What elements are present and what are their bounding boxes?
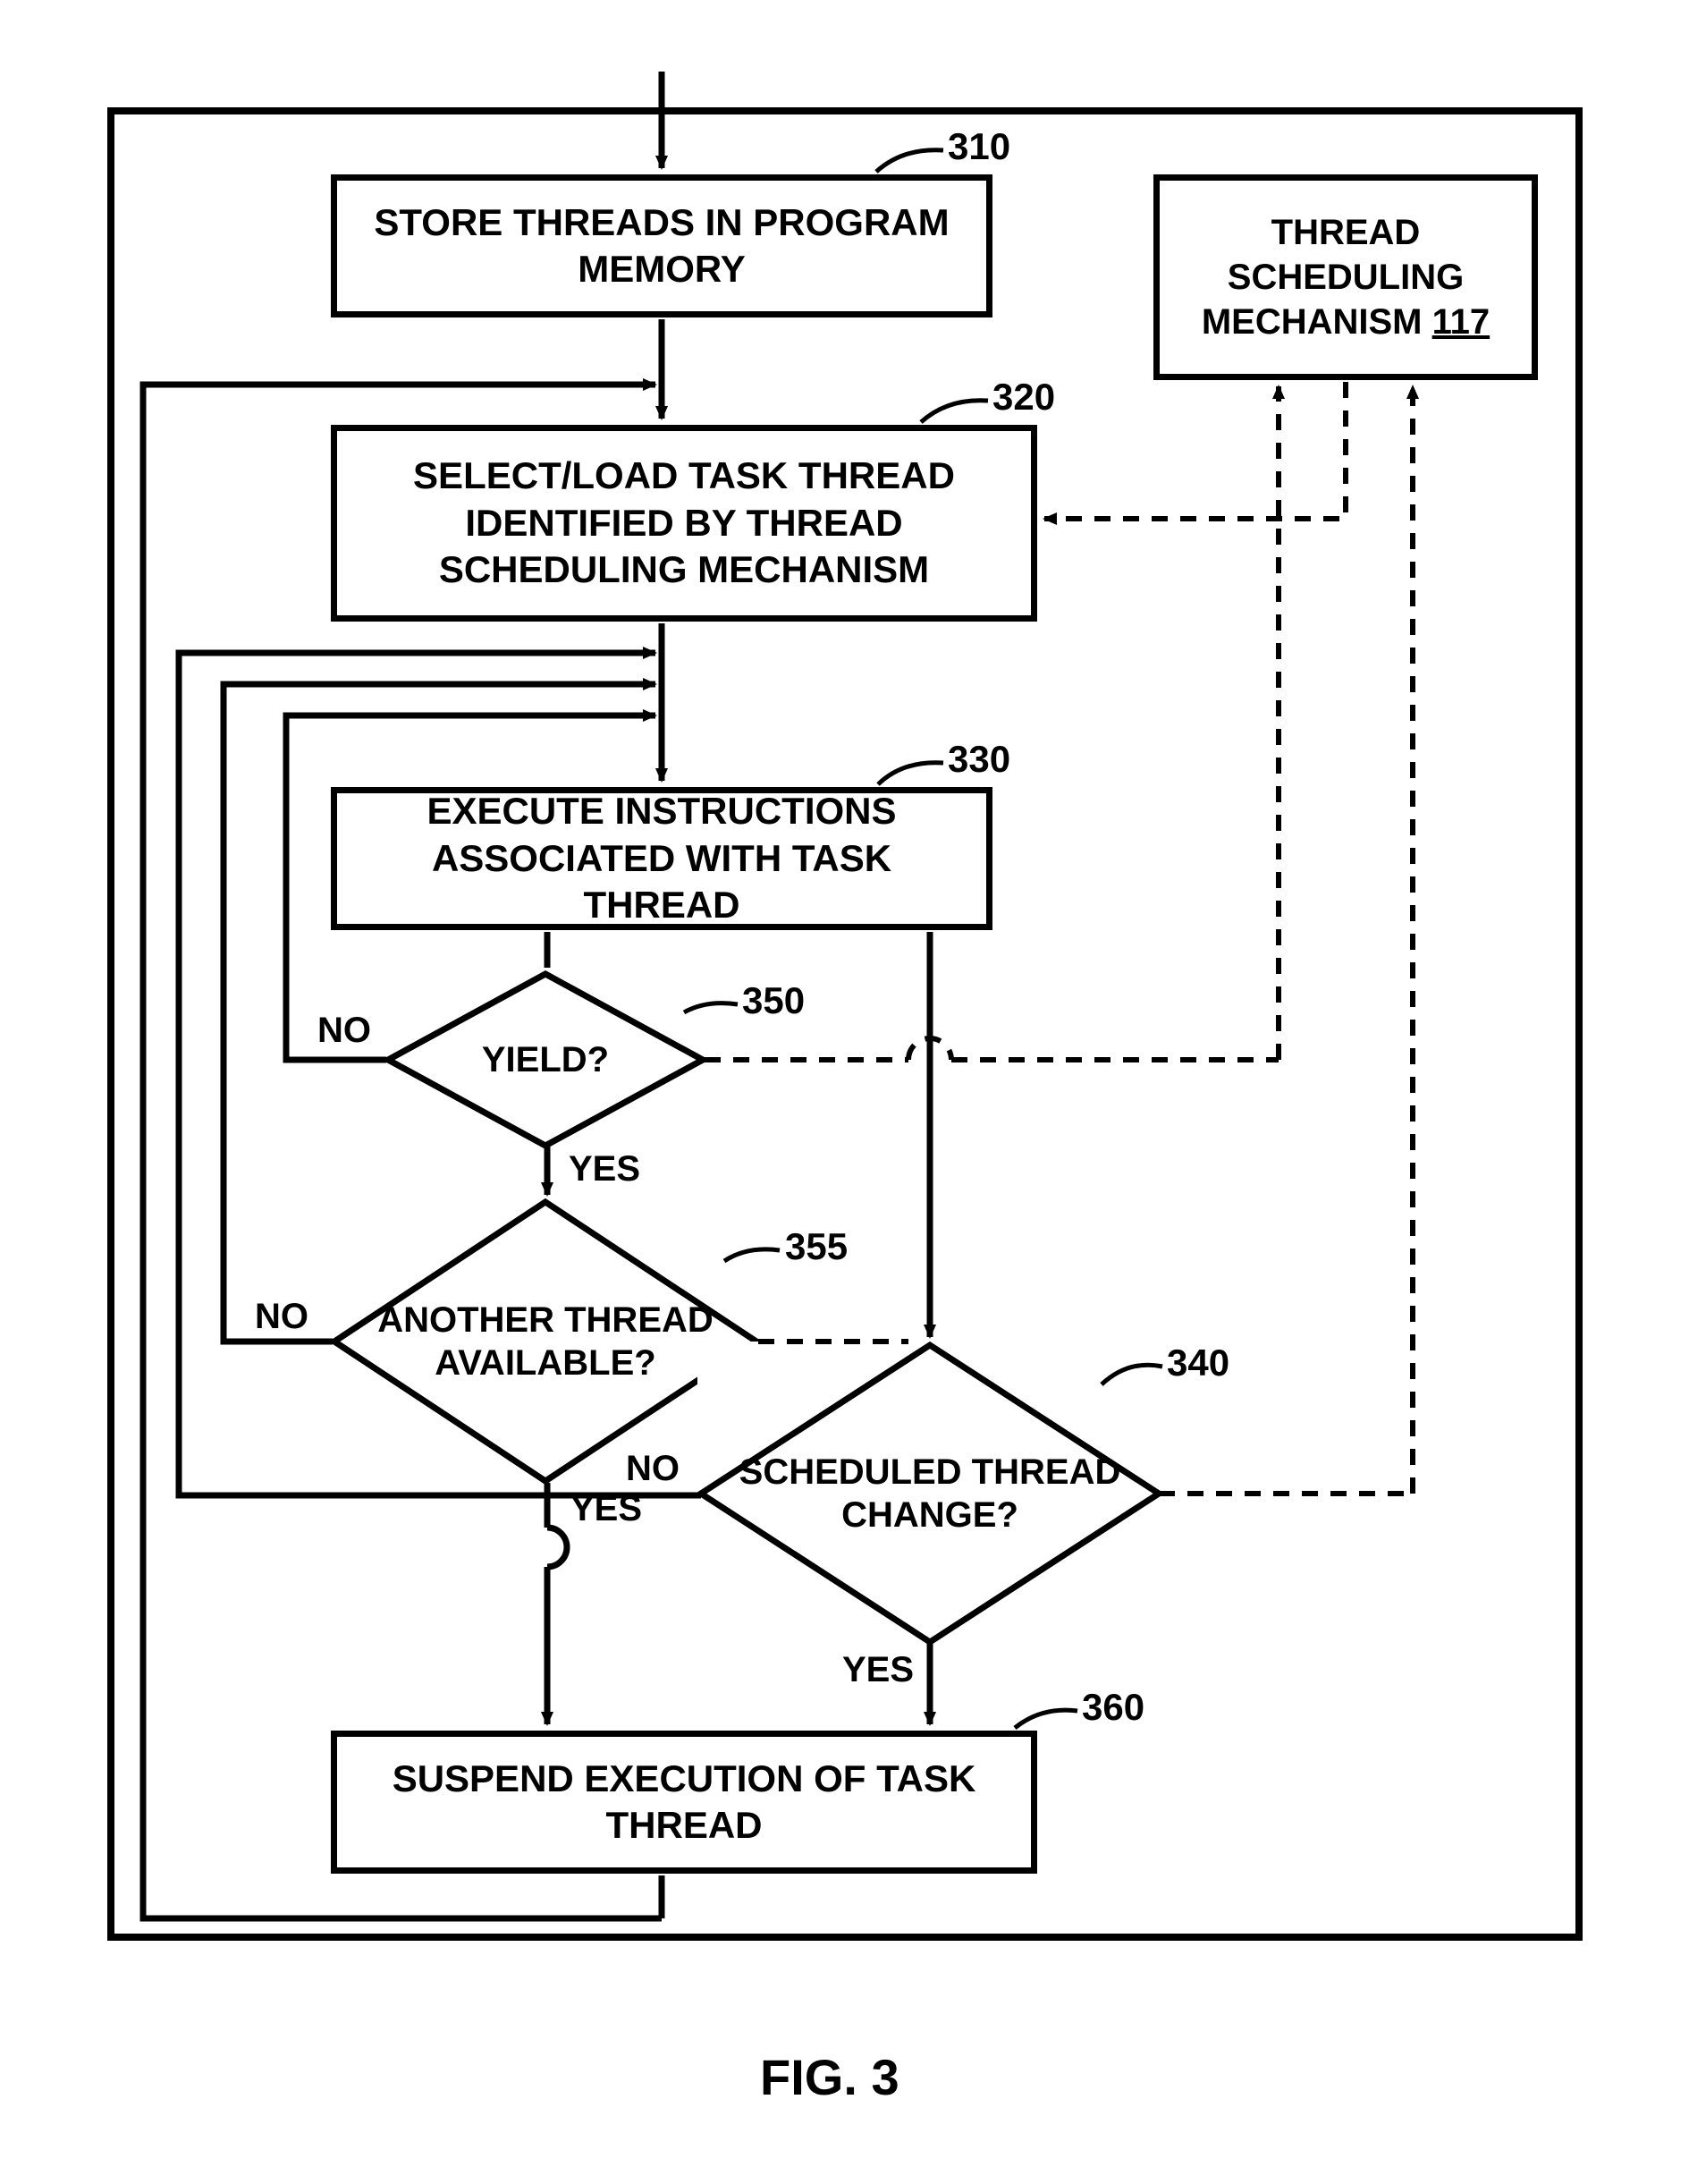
diagram-canvas: STORE THREADS IN PROGRAM MEMORY THREAD S… (0, 0, 1689, 2184)
label-no-355: NO (255, 1297, 308, 1337)
ref-350: 350 (742, 979, 805, 1022)
label-yes-340: YES (842, 1650, 914, 1690)
diamond-scheduled-change-label: SCHEDULED THREAD CHANGE? (697, 1342, 1162, 1646)
ref-320: 320 (992, 376, 1055, 419)
ref-330: 330 (948, 738, 1010, 781)
box-suspend-execution: SUSPEND EXECUTION OF TASK THREAD (331, 1731, 1037, 1874)
ref-360: 360 (1082, 1686, 1144, 1729)
tsm-text: THREAD SCHEDULING MECHANISM (1202, 213, 1464, 342)
figure-caption: FIG. 3 (760, 2048, 899, 2106)
box-store-threads: STORE THREADS IN PROGRAM MEMORY (331, 174, 992, 317)
diamond-another-thread-label: ANOTHER THREAD AVAILABLE? (331, 1198, 760, 1485)
diamond-another-thread: ANOTHER THREAD AVAILABLE? (331, 1198, 760, 1485)
box-select-load-task: SELECT/LOAD TASK THREAD IDENTIFIED BY TH… (331, 425, 1037, 622)
label-yes-355: YES (570, 1489, 642, 1529)
diamond-yield-label: YIELD? (384, 970, 706, 1149)
diamond-scheduled-change: SCHEDULED THREAD CHANGE? (697, 1342, 1162, 1646)
ref-355: 355 (785, 1225, 848, 1268)
diamond-yield: YIELD? (384, 970, 706, 1149)
ref-310: 310 (948, 125, 1010, 168)
label-yes-350: YES (569, 1149, 640, 1189)
ref-340: 340 (1167, 1342, 1229, 1384)
box-thread-scheduling-mechanism: THREAD SCHEDULING MECHANISM 117 (1153, 174, 1538, 380)
tsm-ref-number: 117 (1432, 302, 1491, 342)
label-no-340: NO (626, 1449, 680, 1489)
box-execute-instructions: EXECUTE INSTRUCTIONS ASSOCIATED WITH TAS… (331, 787, 992, 930)
label-no-350: NO (317, 1011, 371, 1051)
